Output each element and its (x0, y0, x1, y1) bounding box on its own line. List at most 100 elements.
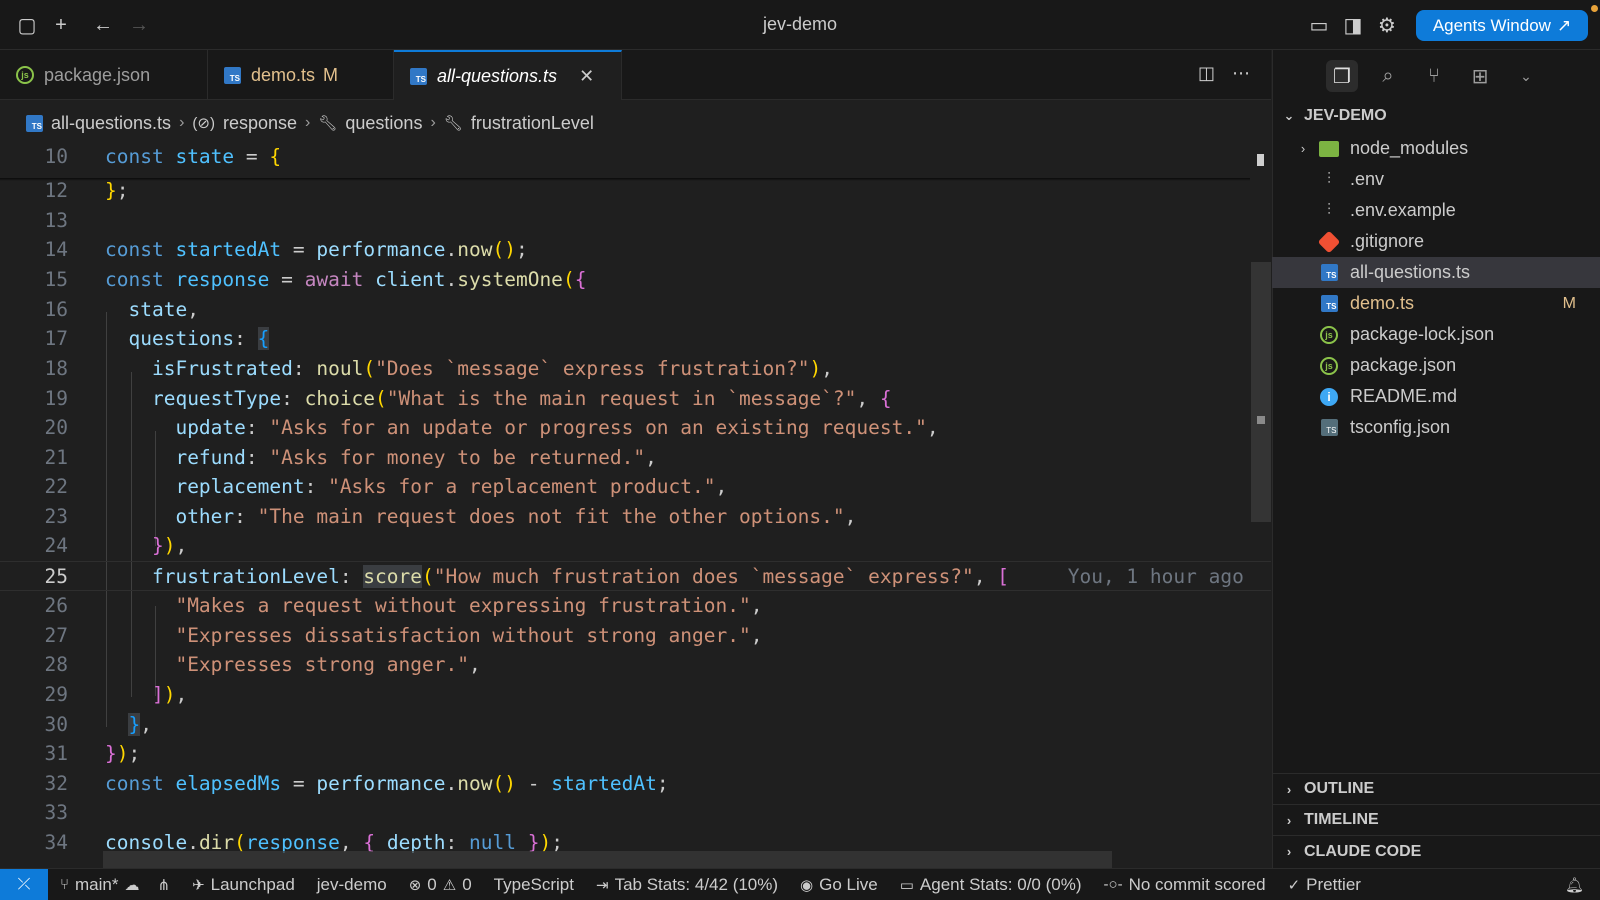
code-line[interactable]: 17 questions: { (0, 324, 1271, 354)
code-line[interactable]: 21 refund: "Asks for money to be returne… (0, 443, 1271, 473)
code-line[interactable]: 10 const state = { (0, 146, 1271, 172)
explorer-item-tsconfig-json[interactable]: TS tsconfig.json (1272, 412, 1600, 443)
branch-status[interactable]: ⑂ main* ☁ (60, 875, 139, 895)
property-wrench-icon: 🔧︎ (318, 115, 338, 132)
search-icon[interactable]: ⌕ (1372, 60, 1404, 92)
code-line[interactable]: 12}; (0, 176, 1271, 206)
explorer-item-label: tsconfig.json (1350, 417, 1451, 437)
prettier-status[interactable]: ✓ Prettier (1288, 875, 1361, 895)
panel-toggle-icon[interactable]: ▭ (1306, 12, 1332, 38)
modified-badge: M (1562, 294, 1576, 312)
code-line[interactable]: 15 const response = await client.systemOn… (0, 265, 1271, 295)
git-graph-icon[interactable]: ⋔ (157, 876, 170, 894)
remote-indicator-icon[interactable]: ⤫ (0, 868, 48, 900)
breadcrumb-separator: › (305, 114, 311, 131)
code-line[interactable]: 29 ]), (0, 680, 1271, 710)
extensions-icon[interactable]: ⊞ (1464, 60, 1496, 92)
claude-code-section[interactable]: › CLAUDE CODE (1272, 836, 1600, 867)
breadcrumb-item-frustrationlevel[interactable]: frustrationLevel (471, 113, 594, 134)
agents-window-button[interactable]: Agents Window ↗ (1416, 10, 1588, 41)
explorer-item-demo-ts[interactable]: TS demo.ts M (1272, 288, 1600, 319)
horizontal-scrollbar[interactable] (103, 851, 1112, 868)
agent-stats-status[interactable]: ▭ Agent Stats: 0/0 (0%) (900, 875, 1082, 895)
launchpad-status[interactable]: ✈ Launchpad (192, 875, 295, 895)
code-line[interactable]: 25 frustrationLevel: score("How much fru… (0, 561, 1271, 591)
code-line[interactable]: 26 "Makes a request without expressing f… (0, 591, 1271, 621)
back-arrow-icon[interactable]: ← (90, 12, 116, 38)
code-line[interactable]: 20 update: "Asks for an update or progre… (0, 413, 1271, 443)
typescript-file-icon: TS (410, 68, 427, 85)
code-editor[interactable]: 10 const state = { 12}; 13 14 const startedAt… (0, 146, 1271, 868)
code-line[interactable]: 18 isFrustrated: noul("Does `message` ex… (0, 354, 1271, 384)
new-icon[interactable]: + (48, 12, 74, 38)
chevron-down-icon[interactable]: ⌄ (1510, 60, 1542, 92)
bell-icon[interactable]: 🔔︎ (1565, 876, 1584, 894)
code-line[interactable]: 27 "Expresses dissatisfaction without st… (0, 621, 1271, 651)
commit-status[interactable]: -○- No commit scored (1104, 875, 1266, 895)
tab-arrow-icon: ⇥ (595, 876, 609, 894)
code-line[interactable]: 23 other: "The main request does not fit… (0, 502, 1271, 532)
code-text: update: "Asks for an update or progress … (175, 416, 939, 439)
code-line[interactable]: 24 }), (0, 531, 1271, 561)
close-icon[interactable]: ✕ (579, 66, 594, 87)
prettier-label: Prettier (1306, 874, 1361, 894)
breadcrumb-item-questions[interactable]: questions (345, 113, 422, 134)
explorer-item-env-example[interactable]: ⫶ .env.example (1272, 195, 1600, 226)
warning-icon: ⚠ (442, 876, 457, 894)
explorer-item-label: package.json (1350, 355, 1457, 375)
explorer-root-header[interactable]: ⌄ JEV-DEMO (1272, 101, 1600, 131)
code-line[interactable]: 31}); (0, 739, 1271, 769)
code-line[interactable]: 22 replacement: "Asks for a replacement … (0, 472, 1271, 502)
project-status[interactable]: jev-demo (317, 875, 387, 895)
git-graph-glyph-icon: ⋔ (157, 876, 171, 894)
breadcrumb-file[interactable]: all-questions.ts (51, 113, 171, 134)
settings-sliders-icon: ⫶ (1326, 201, 1331, 219)
explorer-item-package-lock-json[interactable]: js package-lock.json (1272, 319, 1600, 350)
code-line[interactable]: 33 (0, 798, 1271, 828)
typescript-file-icon: TS (1318, 294, 1340, 314)
sidebar-toggle-icon[interactable]: ◨ (1340, 12, 1366, 38)
chat-icon[interactable]: ▢ (14, 12, 40, 38)
forward-arrow-icon[interactable]: → (126, 12, 152, 38)
code-text: const state = { (105, 146, 282, 168)
gear-icon[interactable]: ⚙ (1374, 12, 1400, 38)
vertical-scrollbar[interactable] (1251, 262, 1271, 522)
typescript-file-icon: TS (224, 66, 241, 84)
explorer-item-package-json[interactable]: js package.json (1272, 350, 1600, 381)
editor-tab-bar: js package.json TS demo.ts M TS all-ques… (0, 50, 1271, 101)
code-line[interactable]: 19 requestType: choice("What is the main… (0, 384, 1271, 414)
tab-all-questions-ts[interactable]: TS all-questions.ts ✕ (394, 50, 622, 101)
tab-demo-ts[interactable]: TS demo.ts M (208, 50, 394, 100)
tab-stats-label: Tab Stats: 4/42 (10%) (614, 874, 779, 894)
timeline-section[interactable]: › TIMELINE (1272, 805, 1600, 836)
code-line[interactable]: 13 (0, 206, 1271, 236)
problems-status[interactable]: ⊗ 0 ⚠ 0 (409, 875, 472, 895)
code-line[interactable]: 28 "Expresses strong anger.", (0, 650, 1271, 680)
explorer-item-gitignore[interactable]: .gitignore (1272, 226, 1600, 257)
cloud-sync-icon: ☁ (124, 876, 140, 894)
explorer-item-readme-md[interactable]: i README.md (1272, 381, 1600, 412)
tab-package-json[interactable]: js package.json (0, 50, 208, 100)
settings-sliders-icon: ⫶ (1326, 170, 1331, 188)
launchpad-label: Launchpad (210, 874, 295, 894)
files-icon[interactable]: ❐ (1326, 60, 1358, 92)
more-actions-icon[interactable]: ⋯ (1232, 63, 1250, 84)
folder-icon (1318, 139, 1340, 159)
language-mode[interactable]: TypeScript (494, 875, 574, 895)
explorer-item-node-modules[interactable]: › node_modules (1272, 133, 1600, 164)
info-icon: i (1318, 387, 1340, 407)
tab-stats-status[interactable]: ⇥ Tab Stats: 4/42 (10%) (596, 875, 778, 895)
breadcrumb-item-response[interactable]: response (223, 113, 297, 134)
explorer-item-all-questions-ts[interactable]: TS all-questions.ts (1272, 257, 1600, 288)
go-live-button[interactable]: ◉ Go Live (800, 875, 878, 895)
outline-section[interactable]: › OUTLINE (1272, 774, 1600, 805)
code-line[interactable]: 30 }, (0, 710, 1271, 740)
source-control-icon[interactable]: ⑂ (1418, 60, 1450, 92)
comment-icon: ▭ (899, 876, 914, 894)
split-editor-icon[interactable]: ◫ (1198, 63, 1215, 84)
code-line[interactable]: 32 const elapsedMs = performance.now() - … (0, 769, 1271, 799)
code-line[interactable]: 14 const startedAt = performance.now(); (0, 235, 1271, 265)
explorer-item-env[interactable]: ⫶ .env (1272, 164, 1600, 195)
tab-label: package.json (44, 64, 151, 85)
code-line[interactable]: 16 state, (0, 295, 1271, 325)
